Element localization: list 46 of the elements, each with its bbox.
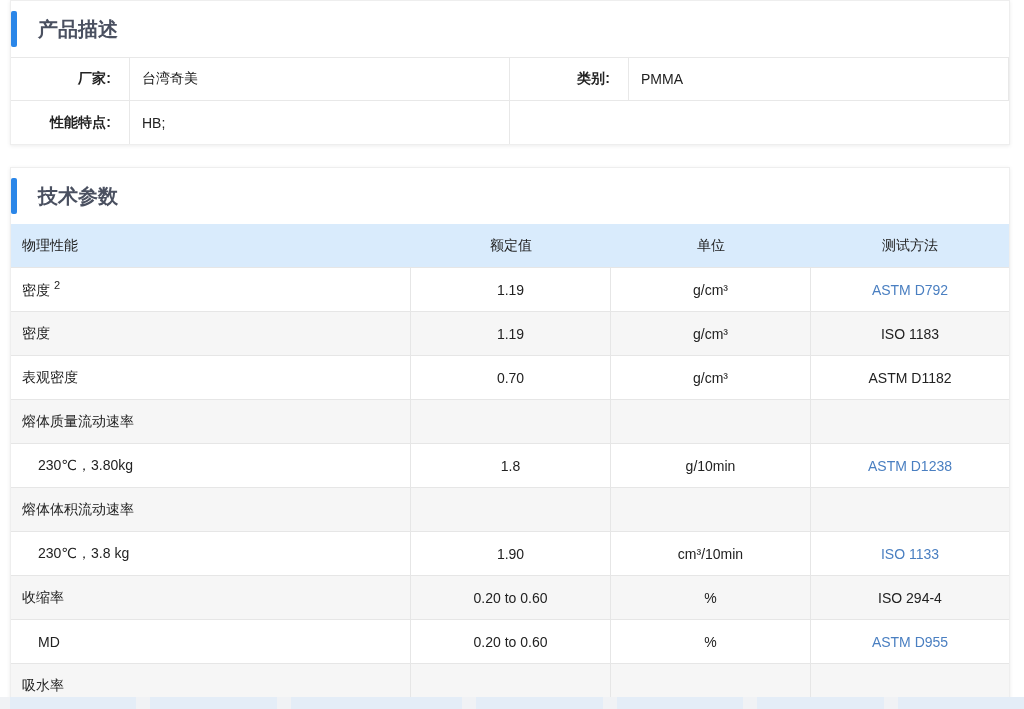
property-name: 230℃，3.8 kg <box>37 544 130 563</box>
column-header: 额定值 <box>490 236 532 255</box>
property-name: 密度 <box>22 324 50 343</box>
property-name: 熔体体积流动速率 <box>22 500 134 519</box>
rated-value: 0.70 <box>496 369 525 386</box>
rated-value: 1.19 <box>496 325 525 342</box>
section-accent-bar <box>11 178 17 214</box>
section-title: 产品描述 <box>38 16 118 42</box>
unit: % <box>704 633 717 650</box>
field-value: HB; <box>142 114 166 131</box>
section-accent-bar <box>11 11 17 47</box>
test-method-link[interactable]: ISO 1133 <box>880 545 940 562</box>
rated-value: 0.20 to 0.60 <box>473 633 548 650</box>
property-name: MD <box>37 633 60 650</box>
unit: cm³/10min <box>677 545 744 562</box>
test-method-link[interactable]: ASTM D1238 <box>867 457 952 474</box>
property-name: 吸水率 <box>22 676 64 695</box>
unit: % <box>704 589 717 606</box>
column-header: 物理性能 <box>22 236 78 255</box>
unit: g/cm³ <box>693 369 728 386</box>
test-method-link[interactable]: ASTM D792 <box>871 281 949 298</box>
column-header: 单位 <box>697 236 725 255</box>
field-label: 性能特点: <box>50 113 111 132</box>
tab-strip-tile[interactable] <box>897 697 1024 709</box>
property-name: 230℃，3.80kg <box>37 456 134 475</box>
rated-value: 0.20 to 0.60 <box>473 589 548 606</box>
section-title: 技术参数 <box>38 183 118 209</box>
field-value: 台湾奇美 <box>142 70 198 88</box>
field-value: PMMA <box>641 71 683 87</box>
test-method-link[interactable]: ASTM D955 <box>871 633 949 650</box>
unit: g/10min <box>685 457 736 474</box>
unit: g/cm³ <box>693 325 728 342</box>
rated-value: 1.19 <box>496 281 525 298</box>
test-method: ISO 1183 <box>880 325 940 342</box>
rated-value: 1.90 <box>496 545 525 562</box>
property-name: 熔体质量流动速率 <box>22 412 134 431</box>
property-name: 表观密度 <box>22 368 78 387</box>
rated-value: 1.8 <box>500 457 521 474</box>
unit: g/cm³ <box>693 281 728 298</box>
field-label: 厂家: <box>78 70 111 88</box>
property-name: 收缩率 <box>22 588 64 607</box>
property-name: 密度 $^{2}$ <box>22 279 60 300</box>
test-method: ISO 294-4 <box>878 589 942 606</box>
column-header: 测试方法 <box>882 236 938 255</box>
field-label: 类别: <box>577 70 610 88</box>
test-method: ASTM D1182 <box>868 369 952 386</box>
